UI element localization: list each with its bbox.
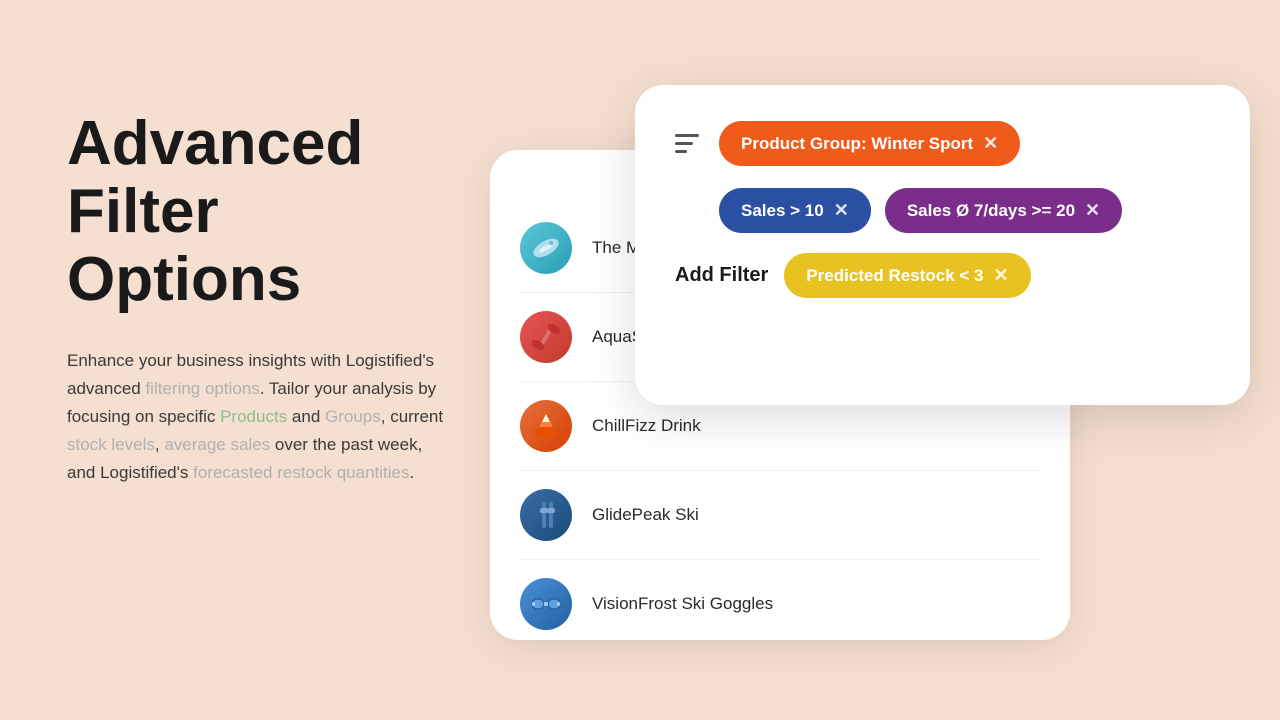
product-icon-glide bbox=[520, 489, 572, 541]
forecasted-restock-link[interactable]: forecasted restock quantities bbox=[193, 463, 409, 482]
tag-winter-sport-close[interactable]: ✕ bbox=[983, 133, 998, 154]
tag-sales-20-label: Sales Ø 7/days >= 20 bbox=[907, 201, 1075, 221]
tag-restock[interactable]: Predicted Restock < 3 ✕ bbox=[784, 253, 1030, 298]
add-filter-label: Add Filter bbox=[675, 264, 768, 287]
product-icon-mint bbox=[520, 222, 572, 274]
tag-restock-label: Predicted Restock < 3 bbox=[806, 266, 983, 286]
tag-winter-sport-label: Product Group: Winter Sport bbox=[741, 134, 973, 154]
left-section: Advanced Filter Options Enhance your bus… bbox=[67, 110, 447, 487]
product-icon-aqua bbox=[520, 311, 572, 363]
filter-lines-icon[interactable] bbox=[675, 134, 699, 153]
list-item[interactable]: VisionFrost Ski Goggles bbox=[520, 560, 1040, 640]
filtering-options-link[interactable]: filtering options bbox=[145, 379, 259, 398]
add-filter-row: Add Filter Predicted Restock < 3 ✕ bbox=[675, 253, 1210, 298]
average-sales-link[interactable]: average sales bbox=[164, 435, 270, 454]
product-icon-vision bbox=[520, 578, 572, 630]
filter-card: Product Group: Winter Sport ✕ Sales > 10… bbox=[635, 85, 1250, 405]
filter-header: Product Group: Winter Sport ✕ bbox=[675, 121, 1210, 166]
product-name: ChillFizz Drink bbox=[592, 416, 701, 436]
tag-sales-10-label: Sales > 10 bbox=[741, 201, 824, 221]
tag-sales-20[interactable]: Sales Ø 7/days >= 20 ✕ bbox=[885, 188, 1122, 233]
list-item[interactable]: GlidePeak Ski bbox=[520, 471, 1040, 560]
tag-sales-10-close[interactable]: ✕ bbox=[834, 200, 849, 221]
filter-tags-row2: Sales > 10 ✕ Sales Ø 7/days >= 20 ✕ bbox=[719, 188, 1210, 233]
tag-sales-10[interactable]: Sales > 10 ✕ bbox=[719, 188, 871, 233]
groups-link[interactable]: Groups bbox=[325, 407, 381, 426]
products-link[interactable]: Products bbox=[220, 407, 287, 426]
tag-sales-20-close[interactable]: ✕ bbox=[1085, 200, 1100, 221]
product-name: VisionFrost Ski Goggles bbox=[592, 594, 773, 614]
tag-winter-sport[interactable]: Product Group: Winter Sport ✕ bbox=[719, 121, 1020, 166]
tag-restock-close[interactable]: ✕ bbox=[994, 265, 1009, 286]
main-title: Advanced Filter Options bbox=[67, 110, 447, 315]
stock-levels-link[interactable]: stock levels bbox=[67, 435, 155, 454]
product-icon-chill bbox=[520, 400, 572, 452]
product-name: GlidePeak Ski bbox=[592, 505, 699, 525]
description-text: Enhance your business insights with Logi… bbox=[67, 347, 447, 487]
